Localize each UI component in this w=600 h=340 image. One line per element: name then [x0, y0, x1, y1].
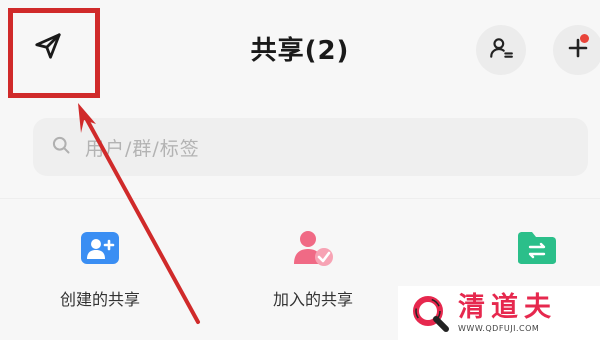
- watermark-title: 清道夫: [458, 292, 557, 323]
- watermark-url: WWW.QDFUJI.COM: [458, 324, 540, 333]
- joined-users-icon: [291, 228, 335, 268]
- search-bar[interactable]: 用户/群/标签: [33, 118, 588, 176]
- add-button[interactable]: [553, 25, 600, 75]
- add-user-icon: [78, 228, 122, 268]
- joined-shares-label: 加入的共享: [272, 290, 353, 309]
- app-header: 共享(2): [0, 0, 600, 105]
- magnifier-logo-icon: [413, 296, 449, 332]
- created-shares-label: 创建的共享: [59, 290, 140, 309]
- notification-dot: [580, 34, 589, 43]
- contacts-button[interactable]: [476, 25, 526, 75]
- joined-shares-item[interactable]: 加入的共享: [238, 228, 388, 318]
- watermark: 清道夫 WWW.QDFUJI.COM: [398, 286, 600, 340]
- search-icon: [51, 135, 71, 159]
- shared-folder-icon: [515, 228, 559, 268]
- contact-list-icon: [488, 35, 514, 65]
- created-shares-item[interactable]: 创建的共享: [25, 228, 175, 318]
- divider: [0, 198, 600, 199]
- search-placeholder: 用户/群/标签: [85, 137, 200, 160]
